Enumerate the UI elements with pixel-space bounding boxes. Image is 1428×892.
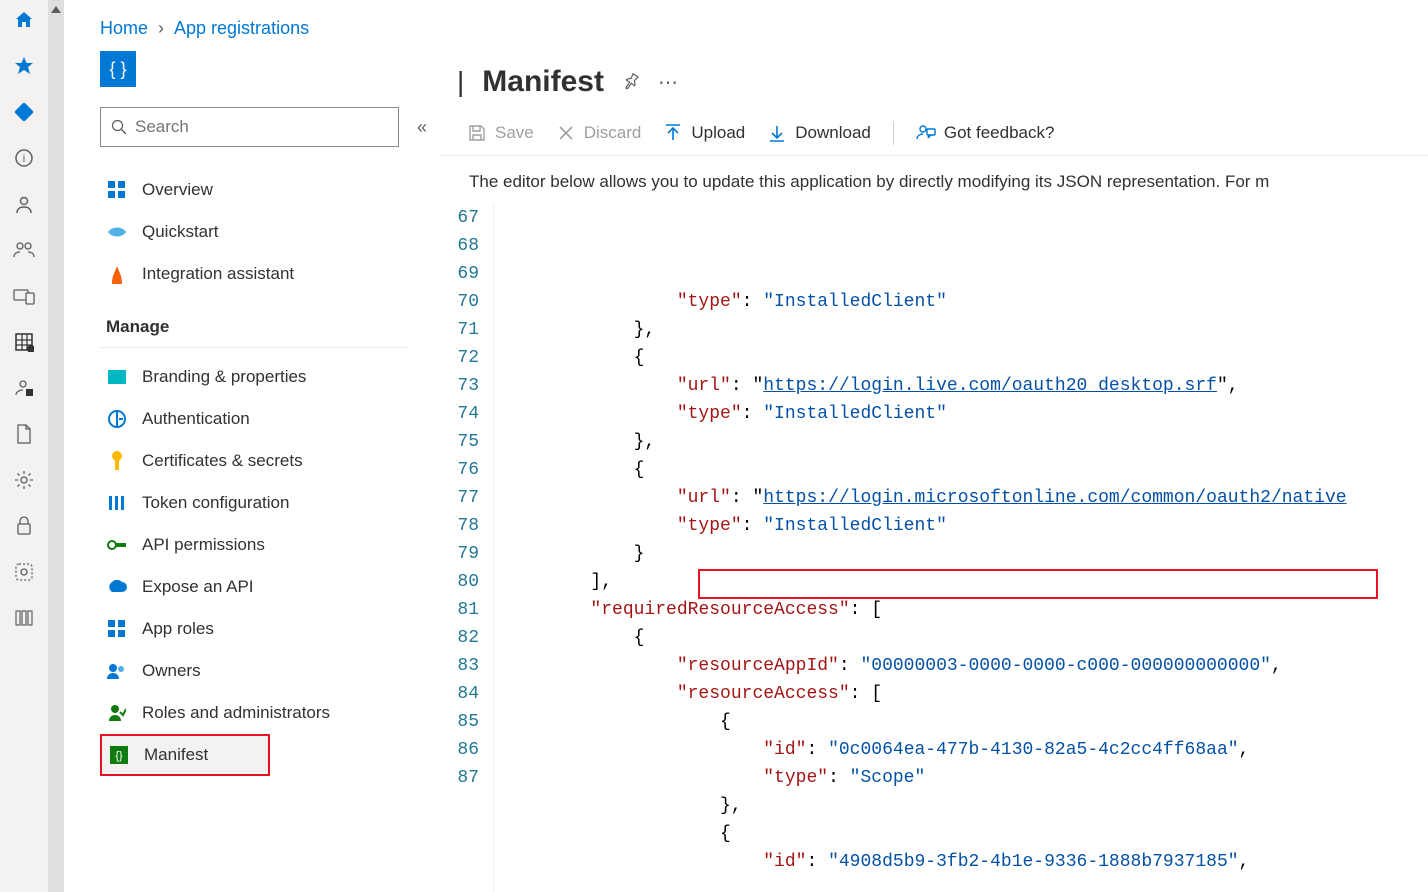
search-box[interactable] <box>100 107 399 147</box>
overview-icon <box>106 179 128 201</box>
manifest-icon: {} <box>108 744 130 766</box>
tool-label: Got feedback? <box>944 123 1055 143</box>
nav-authentication[interactable]: Authentication <box>100 398 439 440</box>
section-manage: Manage <box>100 295 409 348</box>
nav-manifest[interactable]: {} Manifest <box>100 734 270 776</box>
nav-token[interactable]: Token configuration <box>100 482 439 524</box>
certificates-icon <box>106 450 128 472</box>
nav-app-roles[interactable]: App roles <box>100 608 439 650</box>
app-roles-icon <box>106 618 128 640</box>
command-bar: Save Discard Upload Download <box>439 111 1428 156</box>
nav-label: Token configuration <box>142 493 289 513</box>
save-icon <box>467 123 487 143</box>
nav-integration[interactable]: Integration assistant <box>100 253 439 295</box>
breadcrumb: Home › App registrations <box>64 0 1428 51</box>
nav-roles-admins[interactable]: Roles and administrators <box>100 692 439 734</box>
nav-label: Authentication <box>142 409 250 429</box>
nav-overview[interactable]: Overview <box>100 169 439 211</box>
nav-label: Certificates & secrets <box>142 451 303 471</box>
nav-label: Owners <box>142 661 201 681</box>
nav-label: Branding & properties <box>142 367 306 387</box>
document-icon[interactable] <box>12 422 36 446</box>
grid-icon[interactable] <box>12 330 36 354</box>
library-icon[interactable] <box>12 606 36 630</box>
nav-label: API permissions <box>142 535 265 555</box>
user-icon[interactable] <box>12 192 36 216</box>
save-button[interactable]: Save <box>467 123 534 143</box>
nav-label: Manifest <box>144 745 208 765</box>
home-icon[interactable] <box>12 8 36 32</box>
svg-text:{}: {} <box>115 750 123 762</box>
manifest-editor[interactable]: 6768697071727374757677787980818283848586… <box>439 204 1428 892</box>
lock-icon[interactable] <box>12 514 36 538</box>
owners-icon <box>106 660 128 682</box>
toolbar-divider <box>893 121 894 145</box>
nav-label: Quickstart <box>142 222 219 242</box>
gear-icon[interactable] <box>12 468 36 492</box>
nav-label: Expose an API <box>142 577 254 597</box>
nav-expose-api[interactable]: Expose an API <box>100 566 439 608</box>
quickstart-icon <box>106 221 128 243</box>
nav-label: App roles <box>142 619 214 639</box>
search-icon <box>111 119 127 135</box>
roles-admins-icon <box>106 702 128 724</box>
devices-icon[interactable] <box>12 284 36 308</box>
nav-label: Overview <box>142 180 213 200</box>
resource-menu: { } « Overview <box>64 51 439 892</box>
collapse-menu-icon[interactable]: « <box>417 117 427 138</box>
breadcrumb-separator: › <box>158 18 164 39</box>
nav-quickstart[interactable]: Quickstart <box>100 211 439 253</box>
feedback-icon <box>916 123 936 143</box>
expose-icon <box>106 576 128 598</box>
discard-icon <box>556 123 576 143</box>
person-badge-icon[interactable] <box>12 376 36 400</box>
download-icon <box>767 123 787 143</box>
integration-icon <box>106 263 128 285</box>
search-input[interactable] <box>135 117 388 137</box>
upload-button[interactable]: Upload <box>663 123 745 143</box>
page-title: Manifest <box>482 65 604 99</box>
code-area[interactable]: "type": "InstalledClient" }, { "url": "h… <box>494 204 1428 892</box>
scroll-up-icon[interactable] <box>51 6 61 13</box>
pin-icon[interactable] <box>622 73 640 91</box>
tool-label: Upload <box>691 123 745 143</box>
nav-branding[interactable]: Branding & properties <box>100 356 439 398</box>
svg-text:i: i <box>23 153 25 165</box>
authentication-icon <box>106 408 128 430</box>
nav-certificates[interactable]: Certificates & secrets <box>100 440 439 482</box>
tool-label: Download <box>795 123 871 143</box>
editor-description: The editor below allows you to update th… <box>439 156 1428 204</box>
nav-label: Integration assistant <box>142 264 294 284</box>
diamond-icon[interactable] <box>12 100 36 124</box>
title-separator: | <box>457 66 464 98</box>
nav-label: Roles and administrators <box>142 703 330 723</box>
scroll-track[interactable] <box>48 0 64 892</box>
tool-label: Save <box>495 123 534 143</box>
branding-icon <box>106 366 128 388</box>
global-nav-rail: i <box>0 0 48 892</box>
discard-button[interactable]: Discard <box>556 123 642 143</box>
app-badge-icon: { } <box>100 51 136 87</box>
info-icon[interactable]: i <box>12 146 36 170</box>
upload-icon <box>663 123 683 143</box>
download-button[interactable]: Download <box>767 123 871 143</box>
token-icon <box>106 492 128 514</box>
breadcrumb-app-registrations[interactable]: App registrations <box>174 18 309 39</box>
feedback-button[interactable]: Got feedback? <box>916 123 1055 143</box>
nav-owners[interactable]: Owners <box>100 650 439 692</box>
favorites-icon[interactable] <box>12 54 36 78</box>
app-icon[interactable] <box>12 560 36 584</box>
breadcrumb-home[interactable]: Home <box>100 18 148 39</box>
more-icon[interactable]: ⋯ <box>658 70 678 95</box>
line-gutter: 6768697071727374757677787980818283848586… <box>439 204 494 892</box>
tool-label: Discard <box>584 123 642 143</box>
nav-api-permissions[interactable]: API permissions <box>100 524 439 566</box>
api-permissions-icon <box>106 534 128 556</box>
users-icon[interactable] <box>12 238 36 262</box>
